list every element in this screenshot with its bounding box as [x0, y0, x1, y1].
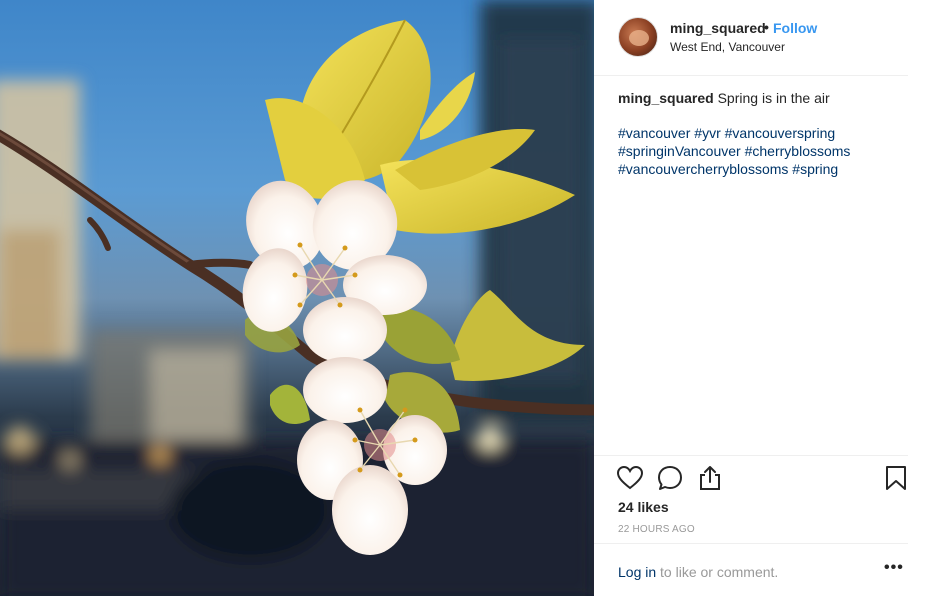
post-caption: ming_squared Spring is in the air [618, 89, 908, 107]
more-options-icon[interactable]: ••• [884, 559, 904, 577]
login-prompt: Log in to like or comment. [618, 564, 778, 580]
location-link[interactable]: West End, Vancouver [670, 40, 785, 54]
avatar[interactable] [618, 17, 658, 57]
login-prompt-text: to like or comment. [656, 564, 779, 580]
username-link[interactable]: ming_squared [670, 20, 766, 36]
bookmark-icon[interactable] [882, 464, 910, 492]
post-timestamp[interactable]: 22 HOURS AGO [618, 524, 695, 535]
login-link[interactable]: Log in [618, 564, 656, 580]
share-icon[interactable] [696, 464, 724, 492]
post-details-panel: ming_squared • Follow West End, Vancouve… [594, 0, 926, 596]
hashtag-list: #vancouver #yvr #vancouverspring #spring… [618, 124, 908, 178]
post-photo[interactable] [0, 0, 594, 596]
action-bar: 24 likes 22 HOURS AGO [594, 455, 908, 543]
heart-icon[interactable] [616, 464, 644, 492]
follow-button[interactable]: Follow [773, 20, 817, 36]
hashtag-link[interactable]: #spring [792, 161, 838, 177]
hashtag-link[interactable]: #vancouver [618, 125, 690, 141]
post-header: ming_squared • Follow West End, Vancouve… [594, 0, 908, 76]
comment-icon[interactable] [656, 464, 684, 492]
hashtag-link[interactable]: #vancouverspring [725, 125, 836, 141]
hashtag-link[interactable]: #springinVancouver [618, 143, 741, 159]
cherry-blossom-image [0, 0, 594, 596]
caption-username[interactable]: ming_squared [618, 90, 714, 106]
separator-dot: • [764, 19, 769, 35]
hashtag-link[interactable]: #cherryblossoms [745, 143, 851, 159]
hashtag-link[interactable]: #vancouvercherryblossoms [618, 161, 788, 177]
likes-count[interactable]: 24 likes [618, 499, 669, 515]
hashtag-link[interactable]: #yvr [694, 125, 720, 141]
comment-bar: Log in to like or comment. ••• [594, 543, 908, 596]
caption-text: Spring is in the air [717, 90, 830, 106]
